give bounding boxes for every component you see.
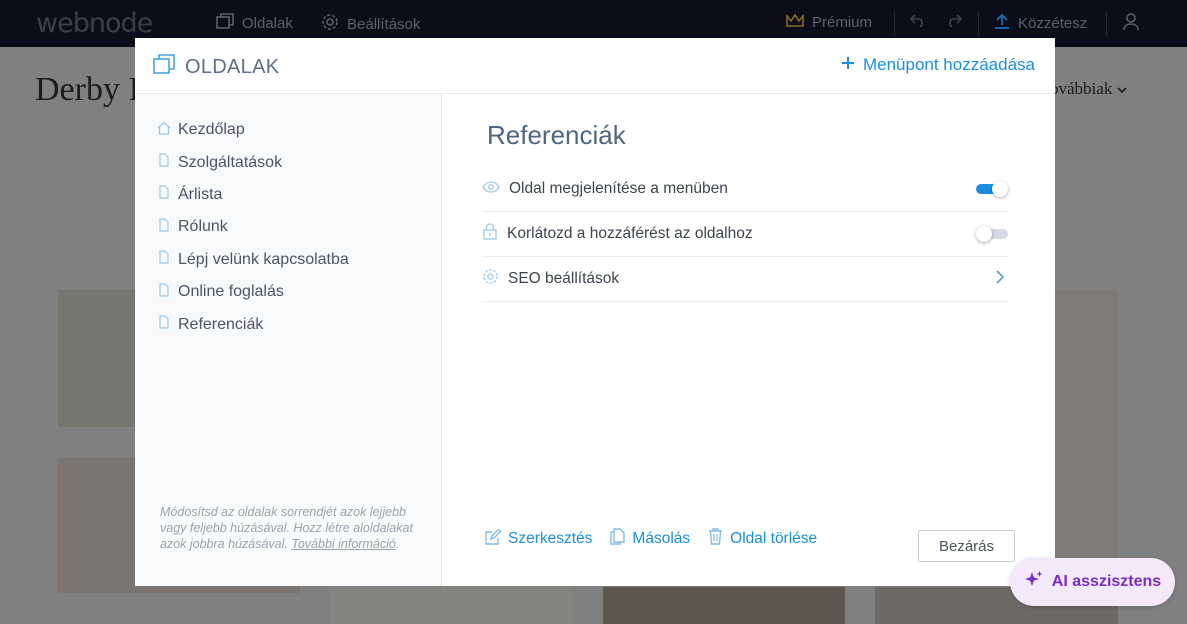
page-icon: [157, 250, 171, 269]
dialog-title: OLDALAK: [153, 54, 279, 80]
topbar-divider: [894, 11, 895, 35]
delete-page-button[interactable]: Oldal törlése: [708, 528, 817, 550]
publish-label: Közzétesz: [1018, 14, 1088, 32]
gear-icon: [482, 268, 499, 290]
page-icon: [157, 185, 171, 204]
page-settings-panel: Referenciák Oldal megjelenítése a menübe…: [442, 94, 1055, 586]
user-account-button[interactable]: [1123, 13, 1139, 35]
close-button[interactable]: Bezárás: [918, 530, 1015, 562]
topbar-divider: [978, 11, 979, 35]
settings-menu-label: Beállítások: [347, 15, 421, 33]
show-in-menu-label: Oldal megjelenítése a menüben: [509, 180, 728, 197]
site-image: [1055, 290, 1118, 590]
chevron-down-icon: [1117, 79, 1127, 98]
premium-button[interactable]: Prémium: [786, 13, 872, 32]
page-item-arlista[interactable]: Árlista: [157, 179, 349, 211]
page-actions: Szerkesztés Másolás Oldal törlése: [485, 528, 817, 550]
site-title: Derby I: [35, 71, 140, 108]
seo-settings-row[interactable]: SEO beállítások: [482, 257, 1008, 302]
pages-sidebar: Kezdőlap Szolgáltatások Árlista Rólunk L…: [135, 94, 442, 586]
redo-icon: [946, 13, 963, 31]
restrict-access-toggle[interactable]: [976, 226, 1008, 242]
eye-icon: [482, 180, 500, 198]
pages-menu-button[interactable]: Oldalak: [216, 13, 293, 33]
pages-dialog: OLDALAK Menüpont hozzáadása Kezdőlap Szo…: [135, 38, 1055, 586]
pages-icon: [153, 54, 175, 80]
publish-button[interactable]: Közzétesz: [994, 13, 1087, 33]
copy-page-button[interactable]: Másolás: [610, 528, 690, 550]
ai-assistant-button[interactable]: AI asszisztens: [1010, 558, 1175, 606]
undo-button[interactable]: [909, 13, 926, 31]
site-image: [58, 290, 138, 427]
redo-button[interactable]: [946, 13, 963, 31]
site-image: [603, 587, 845, 624]
settings-menu-button[interactable]: Beállítások: [321, 13, 420, 35]
restrict-access-setting: Korlátozd a hozzáférést az oldalhoz: [482, 212, 1008, 257]
page-icon: [157, 283, 171, 302]
show-in-menu-setting: Oldal megjelenítése a menüben: [482, 167, 1008, 212]
reorder-hint: Módosítsd az oldalak sorrendjét azok lej…: [160, 505, 413, 551]
page-icon: [157, 315, 171, 334]
page-item-szolgaltatasok[interactable]: Szolgáltatások: [157, 146, 349, 178]
user-icon: [1123, 13, 1139, 35]
lock-icon: [482, 223, 498, 245]
delete-page-label: Oldal törlése: [730, 530, 818, 547]
premium-label: Prémium: [812, 14, 873, 31]
dialog-header: OLDALAK Menüpont hozzáadása: [135, 38, 1055, 94]
site-more-menu: ovábbiak: [1050, 79, 1127, 99]
restrict-access-label: Korlátozd a hozzáférést az oldalhoz: [507, 225, 753, 242]
site-image: [330, 587, 573, 624]
page-icon: [157, 218, 171, 237]
plus-icon: [841, 55, 855, 75]
add-menu-item-button[interactable]: Menüpont hozzáadása: [841, 55, 1035, 75]
gear-icon: [321, 13, 339, 35]
topbar-divider: [1106, 11, 1107, 35]
ai-assistant-label: AI asszisztens: [1051, 573, 1162, 590]
crown-icon: [786, 13, 804, 32]
page-list: Kezdőlap Szolgáltatások Árlista Rólunk L…: [157, 114, 349, 341]
page-item-online-foglalas[interactable]: Online foglalás: [157, 276, 349, 308]
home-icon: [157, 121, 171, 140]
seo-settings-label: SEO beállítások: [508, 270, 620, 287]
page-item-referenciak[interactable]: Referenciák: [157, 308, 349, 340]
dialog-title-text: OLDALAK: [185, 55, 280, 78]
trash-icon: [708, 528, 723, 550]
copy-icon: [610, 528, 626, 550]
edit-page-button[interactable]: Szerkesztés: [485, 528, 593, 550]
show-in-menu-toggle[interactable]: [976, 181, 1008, 197]
webnode-logo: webnode: [36, 8, 153, 39]
sparkle-icon: [1024, 570, 1044, 595]
page-item-kezdolap[interactable]: Kezdőlap: [157, 114, 349, 146]
upload-icon: [994, 13, 1010, 33]
chevron-right-icon: [996, 269, 1005, 289]
pages-menu-label: Oldalak: [242, 14, 293, 32]
selected-page-title: Referenciák: [487, 120, 626, 150]
more-info-link[interactable]: További információ: [291, 537, 395, 551]
edit-icon: [485, 528, 502, 550]
edit-page-label: Szerkesztés: [508, 530, 593, 547]
copy-page-label: Másolás: [632, 530, 691, 547]
page-item-kapcsolat[interactable]: Lépj velünk kapcsolatba: [157, 244, 349, 276]
page-icon: [157, 153, 171, 172]
page-item-rolunk[interactable]: Rólunk: [157, 211, 349, 243]
pages-icon: [216, 13, 234, 33]
undo-icon: [909, 13, 926, 31]
add-menu-item-label: Menüpont hozzáadása: [862, 55, 1035, 74]
